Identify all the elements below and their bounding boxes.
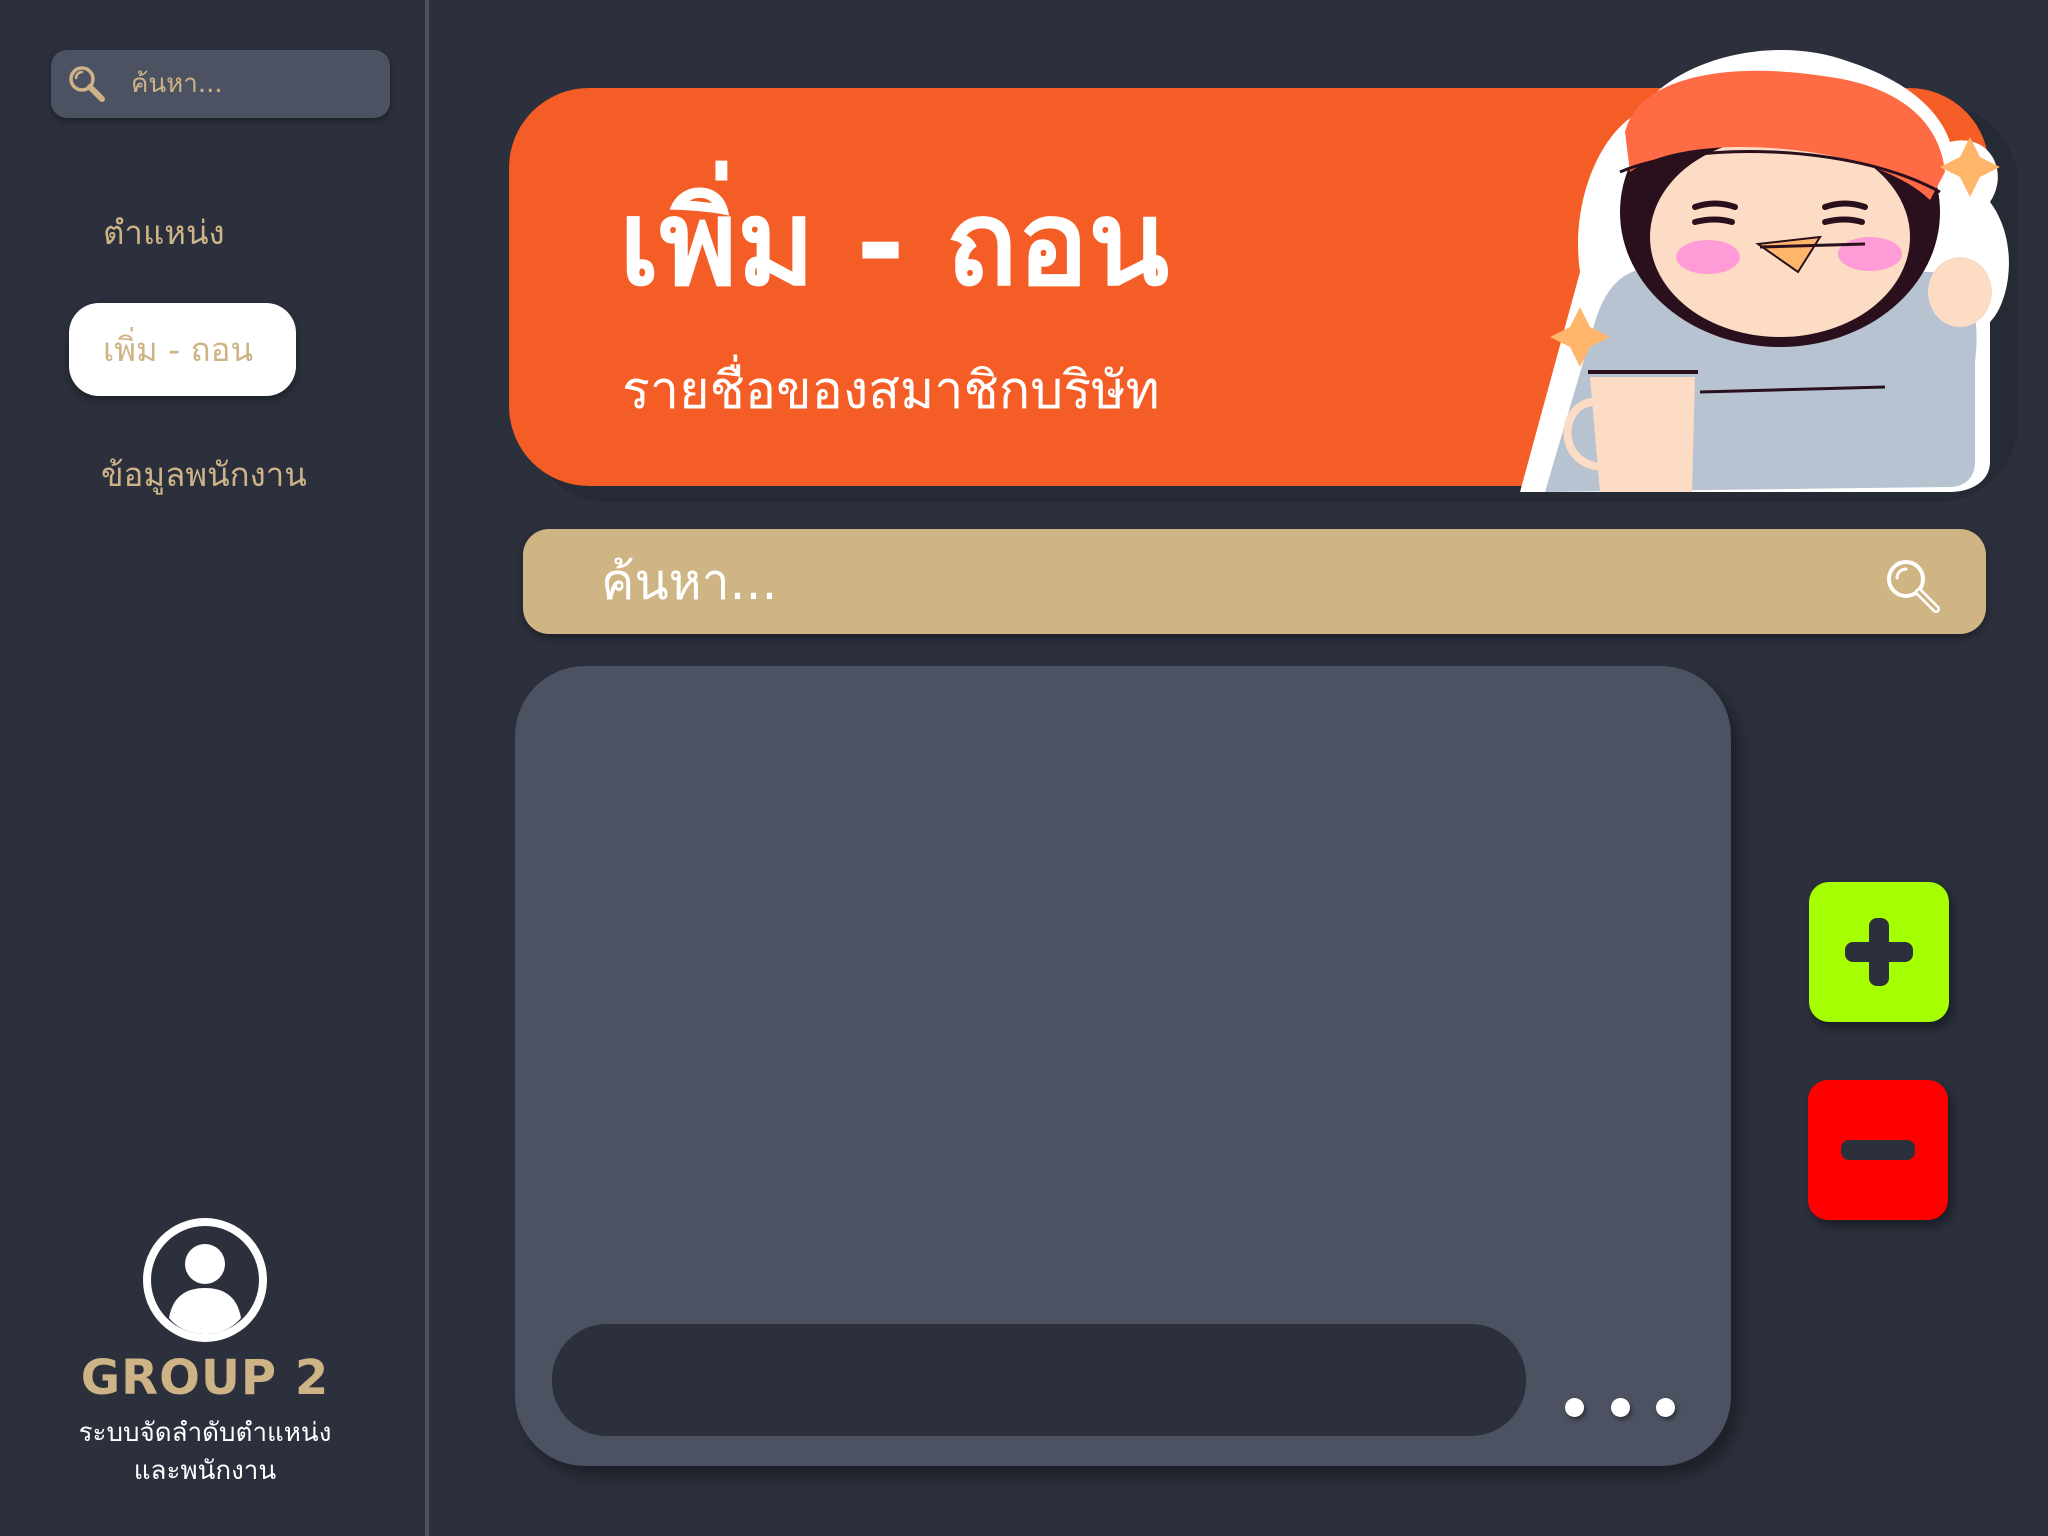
- dot: [1610, 1397, 1630, 1417]
- search-icon[interactable]: [1882, 555, 1944, 617]
- sidebar-search-input[interactable]: [129, 68, 373, 100]
- penguin-mascot-icon: [1520, 50, 2009, 492]
- sidebar: ตำแหน่ง เพิ่ม - ถอน ข้อมูลพนักงาน GROUP …: [0, 0, 428, 1536]
- group-description-line: ระบบจัดลำดับตำแหน่ง: [78, 1418, 332, 1448]
- add-button[interactable]: [1809, 882, 1949, 1022]
- sidebar-divider: [425, 0, 429, 1536]
- page-subtitle: รายชื่อของสมาชิกบริษัท: [622, 361, 1160, 421]
- main-search-input[interactable]: [599, 551, 1803, 612]
- dot: [1565, 1397, 1584, 1417]
- avatar[interactable]: [143, 1218, 267, 1342]
- member-entry-field[interactable]: [552, 1324, 1526, 1436]
- group-description-line: และพนักงาน: [133, 1456, 277, 1486]
- sidebar-item-employee-info[interactable]: ข้อมูลพนักงาน: [101, 448, 307, 501]
- main-search-bar[interactable]: [523, 529, 1986, 634]
- ellipsis-icon[interactable]: [1565, 1392, 1675, 1422]
- search-icon: [69, 66, 105, 102]
- remove-button[interactable]: [1808, 1080, 1948, 1220]
- page-title: เพิ่ม - ถอน: [619, 174, 1170, 312]
- sidebar-item-add-remove[interactable]: เพิ่ม - ถอน: [69, 303, 296, 396]
- dot: [1656, 1397, 1675, 1417]
- member-list-panel: [515, 666, 1731, 1466]
- profile-section: GROUP 2 ระบบจัดลำดับตำแหน่ง และพนักงาน: [40, 1218, 370, 1490]
- group-name: GROUP 2: [80, 1350, 330, 1406]
- group-description: ระบบจัดลำดับตำแหน่ง และพนักงาน: [40, 1414, 370, 1490]
- sidebar-search[interactable]: [51, 50, 390, 118]
- sidebar-item-label: เพิ่ม - ถอน: [103, 330, 254, 369]
- user-icon: [151, 1226, 259, 1334]
- sidebar-item-positions[interactable]: ตำแหน่ง: [103, 206, 225, 259]
- app-window: ตำแหน่ง เพิ่ม - ถอน ข้อมูลพนักงาน GROUP …: [0, 0, 2048, 1536]
